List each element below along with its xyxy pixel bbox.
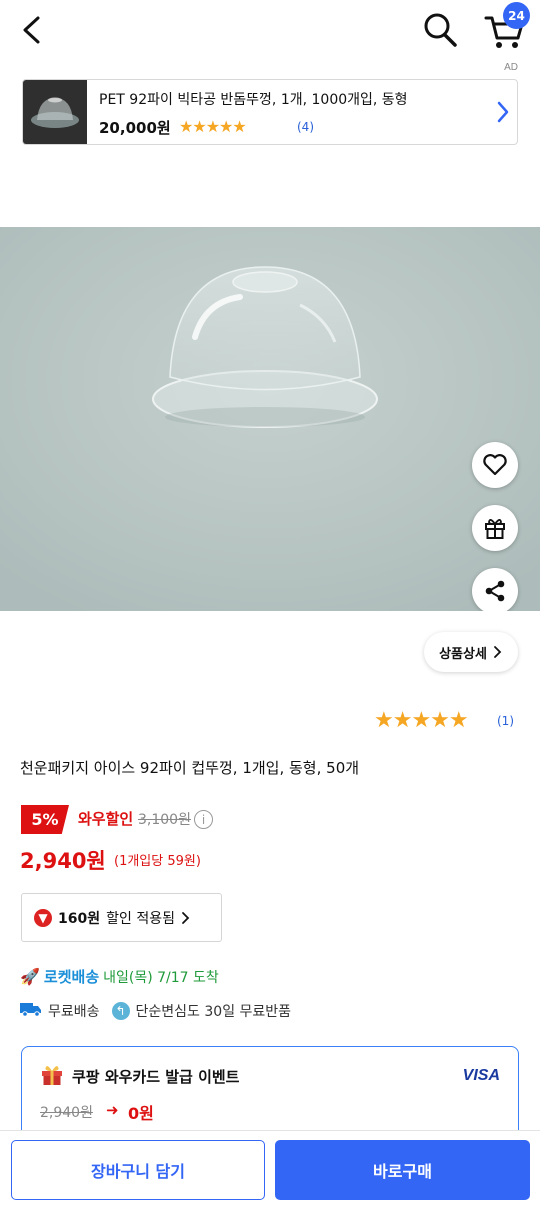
event-old-price: 2,940원 [40, 1105, 93, 1121]
ad-review-count: (4) [297, 120, 314, 134]
discount-amount: 160원 [58, 910, 101, 927]
visa-logo: VISA [462, 1067, 500, 1084]
chevron-right-icon [494, 646, 502, 658]
unit-price: (1개입당 59원) [114, 854, 201, 869]
bottom-action-bar: 장바구니 담기 바로구매 [0, 1130, 540, 1210]
free-return-label: 단순변심도 30일 무료반품 [135, 1004, 292, 1020]
wishlist-heart-icon[interactable] [472, 442, 518, 488]
ad-product-image[interactable] [23, 80, 87, 144]
arrow-down-icon: ▼ [34, 908, 52, 927]
cart-count-badge: 24 [503, 2, 530, 29]
event-title-row: 쿠팡 와우카드 발급 이벤트 [40, 1062, 239, 1090]
discount-applied-label: 할인 적용됨 [106, 910, 175, 927]
chevron-right-icon [182, 911, 190, 924]
gift-box-icon [40, 1062, 64, 1090]
rocket-delivery-row: 🚀 로켓배송 내일(목) 7/17 도착 [20, 966, 219, 987]
original-price: 3,100원 [138, 812, 191, 828]
truck-icon [20, 1001, 42, 1021]
star-rating[interactable]: ★★★★★ [374, 708, 469, 733]
ad-label: AD [504, 62, 518, 73]
free-shipping-label: 무료배송 [48, 1004, 100, 1020]
product-detail-button[interactable]: 상품상세 [424, 632, 518, 672]
ad-star-rating: ★★★★★ [179, 117, 247, 136]
ad-banner[interactable]: PET 92파이 빅타공 반돔뚜껑, 1개, 1000개입, 동형 20,000… [22, 79, 518, 145]
rocket-delivery-label: 로켓배송 [43, 968, 100, 986]
ad-price: 20,000원 [99, 119, 171, 137]
search-icon[interactable] [420, 8, 460, 50]
product-image[interactable] [0, 227, 540, 611]
discount-badge: 5% [21, 805, 69, 834]
rocket-icon: 🚀 [20, 967, 40, 986]
top-bar: 24 [0, 0, 540, 60]
review-count-link[interactable]: (1) [497, 714, 514, 728]
event-new-price: 0원 [128, 1104, 154, 1123]
discount-applied-button[interactable]: ▼ 160원 할인 적용됨 [21, 893, 222, 942]
info-icon[interactable]: i [194, 810, 213, 829]
back-arrow-icon[interactable] [14, 10, 50, 50]
shipping-row: 무료배송 ↰ 단순변심도 30일 무료반품 [20, 1001, 291, 1021]
event-title: 쿠팡 와우카드 발급 이벤트 [72, 1067, 240, 1086]
gift-icon[interactable] [472, 505, 518, 551]
chevron-right-icon[interactable] [493, 98, 513, 126]
product-detail-label: 상품상세 [439, 646, 487, 662]
buy-now-button[interactable]: 바로구매 [275, 1140, 530, 1200]
share-icon[interactable] [472, 568, 518, 611]
sale-price: 2,940원 [20, 849, 106, 873]
product-title: 천운패키지 아이스 92파이 컵뚜껑, 1개입, 동형, 50개 [20, 759, 360, 777]
arrow-right-icon: ➜ [106, 1101, 119, 1119]
return-icon: ↰ [111, 1002, 130, 1020]
ad-title[interactable]: PET 92파이 빅타공 반돔뚜껑, 1개, 1000개입, 동형 [99, 89, 408, 109]
add-to-cart-button[interactable]: 장바구니 담기 [11, 1140, 265, 1200]
wow-discount-label: 와우할인 [78, 810, 134, 828]
arrival-date: 내일(목) 7/17 도착 [103, 969, 219, 986]
